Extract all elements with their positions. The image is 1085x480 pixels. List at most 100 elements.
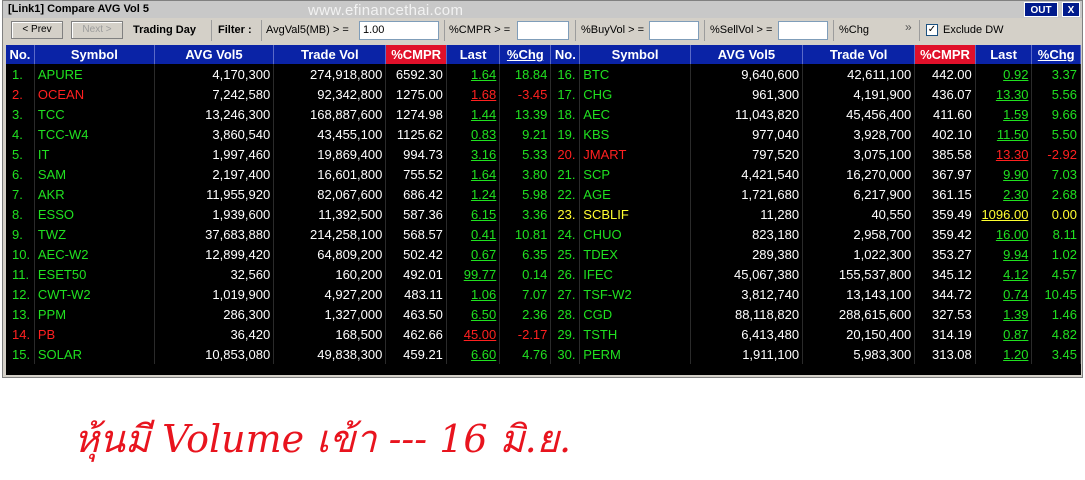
overflow-chevron-icon[interactable]: »	[905, 20, 912, 34]
last-price-cell[interactable]: 0.83	[446, 124, 501, 144]
last-price-cell[interactable]: 1096.00	[975, 204, 1033, 224]
symbol-cell[interactable]: OCEAN	[34, 84, 155, 104]
col-header-chg[interactable]: %Chg	[499, 45, 552, 64]
sellvol-filter-input[interactable]	[778, 21, 828, 40]
last-price-cell[interactable]: 4.12	[975, 264, 1033, 284]
out-button[interactable]: OUT	[1024, 2, 1058, 17]
last-price-cell[interactable]: 6.60	[446, 344, 501, 364]
col-header-avg-vol5[interactable]: AVG Vol5	[690, 45, 804, 64]
table-row[interactable]: 3. TCC 13,246,300 168,887,600 1274.98 1.44 13.…	[6, 104, 1081, 124]
last-price-cell[interactable]: 1.44	[446, 104, 501, 124]
table-row[interactable]: 15. SOLAR 10,853,080 49,838,300 459.21 6.60 4.…	[6, 344, 1081, 364]
col-header-cmpr[interactable]: %CMPR	[914, 45, 976, 64]
symbol-cell[interactable]: PPM	[34, 304, 155, 324]
last-price-cell[interactable]: 45.00	[446, 324, 501, 344]
symbol-cell[interactable]: AEC-W2	[34, 244, 155, 264]
last-price-cell[interactable]: 0.87	[975, 324, 1033, 344]
cmpr-filter-input[interactable]	[517, 21, 569, 40]
symbol-cell[interactable]: CHG	[579, 84, 691, 104]
last-price-cell[interactable]: 0.41	[446, 224, 501, 244]
col-header-last[interactable]: Last	[975, 45, 1033, 64]
col-header-last[interactable]: Last	[446, 45, 501, 64]
symbol-cell[interactable]: PB	[34, 324, 155, 344]
col-header-symbol[interactable]: Symbol	[579, 45, 691, 64]
table-row[interactable]: 2. OCEAN 7,242,580 92,342,800 1275.00 1.68 -3.…	[6, 84, 1081, 104]
last-price-cell[interactable]: 0.74	[975, 284, 1033, 304]
symbol-cell[interactable]: CWT-W2	[34, 284, 155, 304]
last-price-cell[interactable]: 2.30	[975, 184, 1033, 204]
col-header-avg-vol5[interactable]: AVG Vol5	[154, 45, 275, 64]
last-price-cell[interactable]: 3.16	[446, 144, 501, 164]
buyvol-filter-input[interactable]	[649, 21, 699, 40]
last-price-cell[interactable]: 1.64	[446, 164, 501, 184]
last-price-cell[interactable]: 1.39	[975, 304, 1033, 324]
trading-day-label[interactable]: Trading Day	[133, 24, 196, 36]
last-price-cell[interactable]: 99.77	[446, 264, 501, 284]
last-price-cell[interactable]: 1.59	[975, 104, 1033, 124]
last-price-cell[interactable]: 6.15	[446, 204, 501, 224]
table-row[interactable]: 9. TWZ 37,683,880 214,258,100 568.57 0.41 10.8…	[6, 224, 1081, 244]
last-price-cell[interactable]: 1.64	[446, 64, 501, 84]
close-button[interactable]: X	[1062, 2, 1080, 17]
symbol-cell[interactable]: ESET50	[34, 264, 155, 284]
symbol-cell[interactable]: AKR	[34, 184, 155, 204]
symbol-cell[interactable]: TCC-W4	[34, 124, 155, 144]
last-price-cell[interactable]: 6.50	[446, 304, 501, 324]
last-price-cell[interactable]: 9.90	[975, 164, 1033, 184]
table-row[interactable]: 14. PB 36,420 168,500 462.66 45.00 -2.17 29. TST…	[6, 324, 1081, 344]
last-price-cell[interactable]: 16.00	[975, 224, 1033, 244]
symbol-cell[interactable]: TSF-W2	[579, 284, 691, 304]
col-header-no[interactable]: No.	[550, 45, 581, 64]
last-price-cell[interactable]: 1.06	[446, 284, 501, 304]
last-price-cell[interactable]: 13.30	[975, 84, 1033, 104]
symbol-cell[interactable]: JMART	[579, 144, 691, 164]
exclude-dw-label[interactable]: Exclude DW	[943, 24, 1004, 36]
last-price-cell[interactable]: 13.30	[975, 144, 1033, 164]
col-header-cmpr[interactable]: %CMPR	[385, 45, 447, 64]
table-row[interactable]: 11. ESET50 32,560 160,200 492.01 99.77 0.14 26.…	[6, 264, 1081, 284]
symbol-cell[interactable]: CGD	[579, 304, 691, 324]
next-button[interactable]: Next >	[71, 21, 123, 39]
last-price-cell[interactable]: 0.67	[446, 244, 501, 264]
symbol-cell[interactable]: ESSO	[34, 204, 155, 224]
symbol-cell[interactable]: SOLAR	[34, 344, 155, 364]
symbol-cell[interactable]: SAM	[34, 164, 155, 184]
table-row[interactable]: 8. ESSO 1,939,600 11,392,500 587.36 6.15 3.36 2…	[6, 204, 1081, 224]
table-row[interactable]: 4. TCC-W4 3,860,540 43,455,100 1125.62 0.83 9.…	[6, 124, 1081, 144]
symbol-cell[interactable]: SCP	[579, 164, 691, 184]
last-price-cell[interactable]: 1.24	[446, 184, 501, 204]
col-header-trade-vol[interactable]: Trade Vol	[273, 45, 387, 64]
table-row[interactable]: 7. AKR 11,955,920 82,067,600 686.42 1.24 5.98 2…	[6, 184, 1081, 204]
symbol-cell[interactable]: AGE	[579, 184, 691, 204]
last-price-cell[interactable]: 0.92	[975, 64, 1033, 84]
symbol-cell[interactable]: CHUO	[579, 224, 691, 244]
avgvol-filter-input[interactable]: 1.00	[359, 21, 439, 40]
last-price-cell[interactable]: 9.94	[975, 244, 1033, 264]
symbol-cell[interactable]: TDEX	[579, 244, 691, 264]
symbol-cell[interactable]: PERM	[579, 344, 691, 364]
last-price-cell[interactable]: 1.20	[975, 344, 1033, 364]
symbol-cell[interactable]: KBS	[579, 124, 691, 144]
table-row[interactable]: 6. SAM 2,197,400 16,601,800 755.52 1.64 3.80 21…	[6, 164, 1081, 184]
last-price-cell[interactable]: 1.68	[446, 84, 501, 104]
exclude-dw-checkbox[interactable]: ✓	[926, 24, 938, 36]
col-header-trade-vol[interactable]: Trade Vol	[802, 45, 916, 64]
table-row[interactable]: 12. CWT-W2 1,019,900 4,927,200 483.11 1.06 7.0…	[6, 284, 1081, 304]
symbol-cell[interactable]: AEC	[579, 104, 691, 124]
col-header-symbol[interactable]: Symbol	[34, 45, 155, 64]
symbol-cell[interactable]: BTC	[579, 64, 691, 84]
table-row[interactable]: 10. AEC-W2 12,899,420 64,809,200 502.42 0.67 6…	[6, 244, 1081, 264]
prev-button[interactable]: < Prev	[11, 21, 63, 39]
col-header-chg[interactable]: %Chg	[1031, 45, 1081, 64]
table-row[interactable]: 1. APURE 4,170,300 274,918,800 6592.30 1.64 18…	[6, 64, 1081, 84]
table-row[interactable]: 13. PPM 286,300 1,327,000 463.50 6.50 2.36 28. C…	[6, 304, 1081, 324]
symbol-cell[interactable]: IT	[34, 144, 155, 164]
last-price-cell[interactable]: 11.50	[975, 124, 1033, 144]
symbol-cell[interactable]: APURE	[34, 64, 155, 84]
symbol-cell[interactable]: TSTH	[579, 324, 691, 344]
col-header-no[interactable]: No.	[6, 45, 35, 64]
symbol-cell[interactable]: TCC	[34, 104, 155, 124]
symbol-cell[interactable]: IFEC	[579, 264, 691, 284]
symbol-cell[interactable]: TWZ	[34, 224, 155, 244]
table-row[interactable]: 5. IT 1,997,460 19,869,400 994.73 3.16 5.33 20.…	[6, 144, 1081, 164]
